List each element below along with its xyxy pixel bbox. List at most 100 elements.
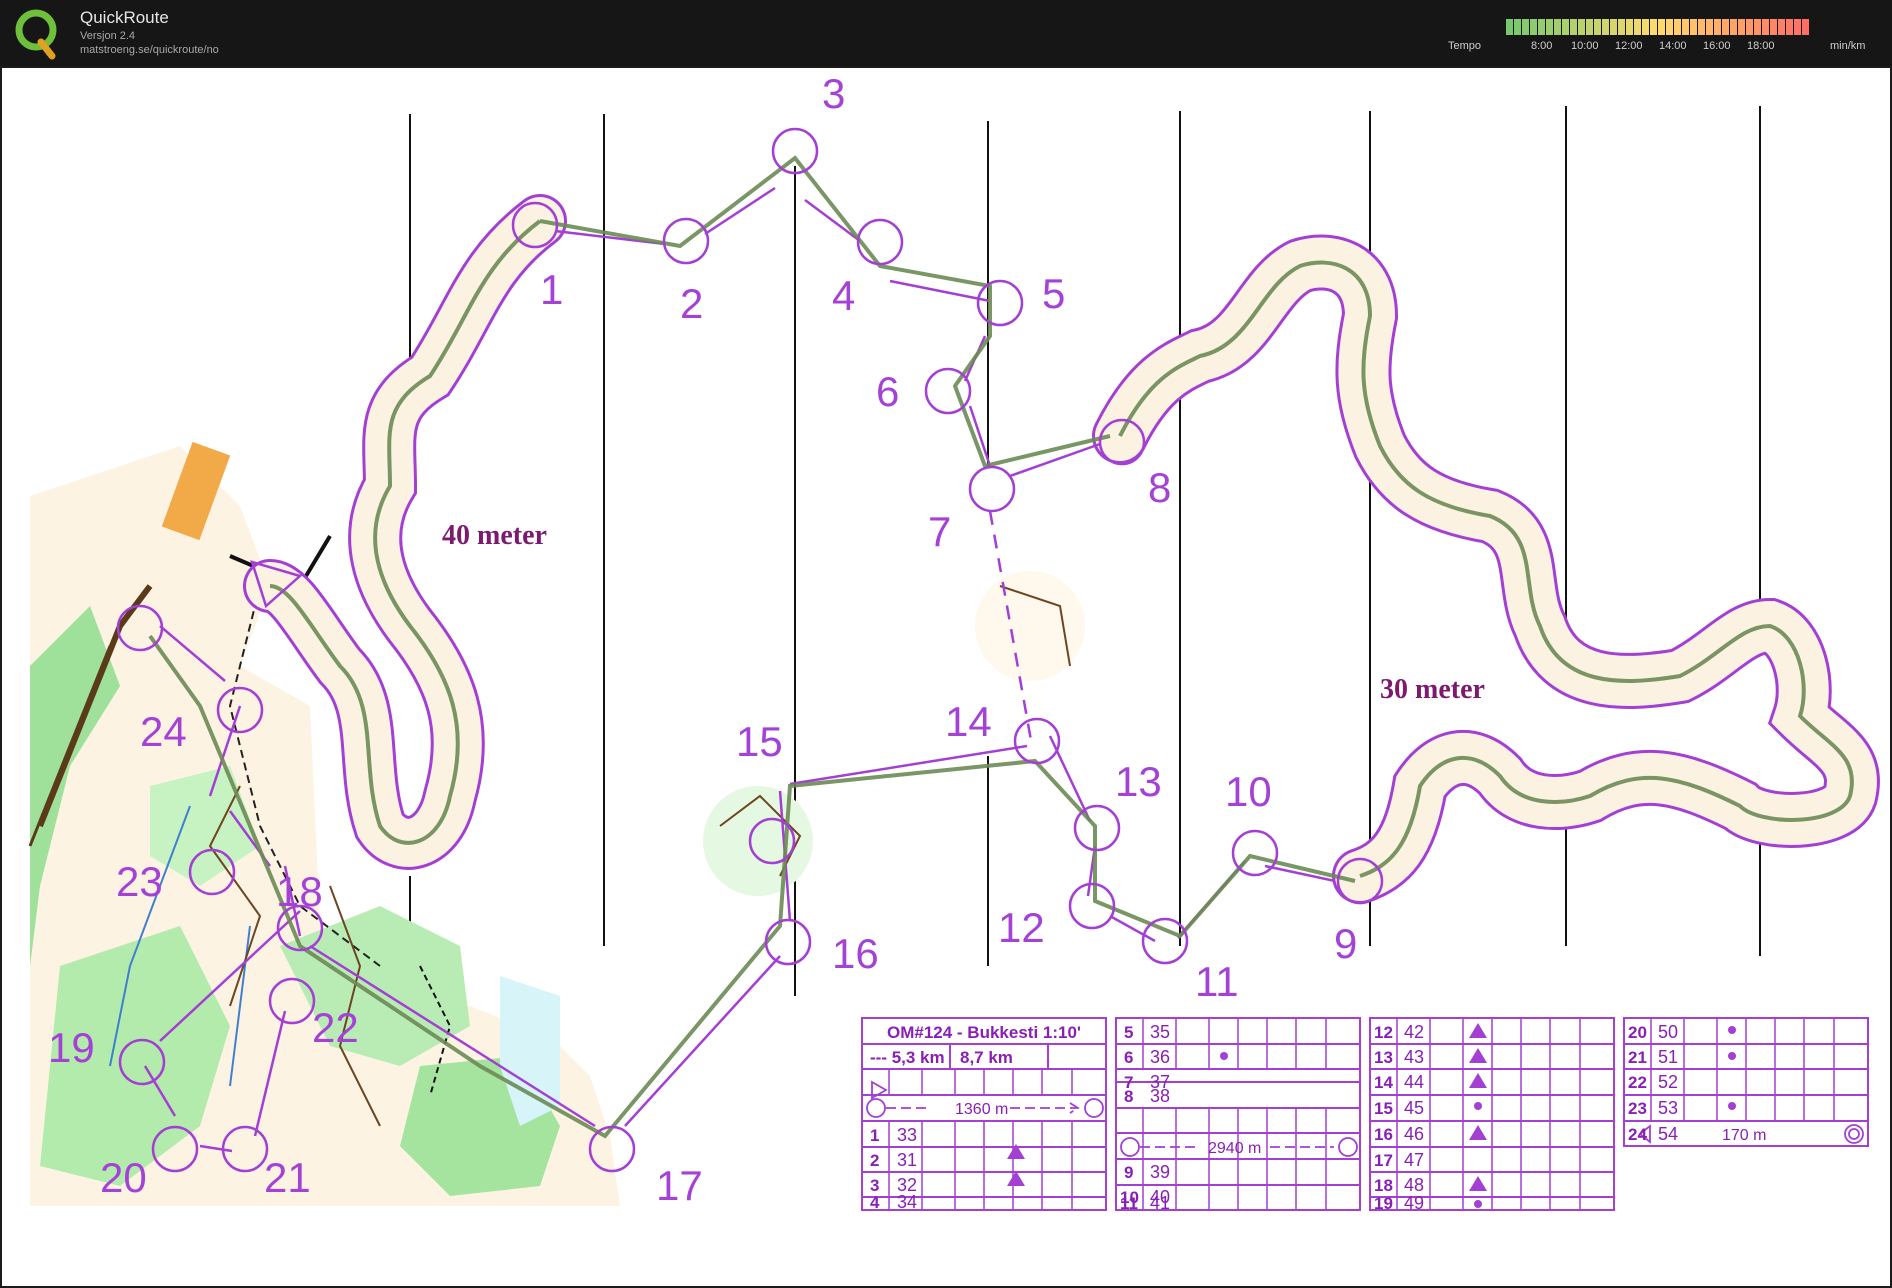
control-seq: 11 [1120,1194,1138,1213]
pace-scale-cell [1554,19,1561,35]
control-code: 50 [1658,1022,1678,1042]
event-title: OM#124 - Bukkesti 1:10' [887,1023,1081,1042]
corridor-width-label: 40 meter [442,520,547,551]
pace-scale-cell [1706,19,1713,35]
control-code: 48 [1404,1175,1424,1195]
pace-scale-cell [1722,19,1729,35]
control-seq: 1 [870,1126,879,1145]
quickroute-logo-icon [15,9,57,60]
pace-scale-cell [1522,19,1529,35]
control-seq: 6 [1124,1048,1133,1067]
pace-tick: 8:00 [1531,40,1553,52]
pace-scale-cell [1642,19,1649,35]
marked-route-length: 170 m [1722,1127,1766,1144]
control-number: 21 [264,1154,311,1201]
map-patch [975,571,1085,681]
pace-scale-cell [1594,19,1601,35]
app-version: Versjon 2.4 [80,30,136,42]
pace-scale-cell [1586,19,1593,35]
app-title: QuickRoute [80,8,169,27]
pace-scale-cell [1770,19,1777,35]
control-seq: 20 [1628,1023,1647,1042]
control-code: 34 [897,1192,917,1212]
course-length: 8,7 km [960,1048,1013,1067]
pace-scale-cell [1514,19,1521,35]
control-seq: 19 [1374,1194,1393,1213]
pace-scale-cell [1794,19,1801,35]
pace-scale-cell [1506,19,1513,35]
control-number: 19 [48,1024,95,1071]
control-seq: 12 [1374,1023,1393,1042]
control-number: 1 [540,266,563,313]
control-number: 22 [312,1004,359,1051]
pace-scale-cell [1602,19,1609,35]
control-code: 41 [1150,1193,1170,1213]
control-seq: 9 [1124,1163,1133,1182]
control-seq: 21 [1628,1048,1647,1067]
pace-scale-cell [1618,19,1625,35]
control-code: 54 [1658,1124,1678,1144]
pace-color-scale [1506,19,1809,35]
pace-scale-cell [1570,19,1577,35]
control-number: 12 [998,904,1045,951]
control-code: 52 [1658,1072,1678,1092]
control-code: 39 [1150,1162,1170,1182]
control-seq: 14 [1374,1073,1393,1092]
control-seq: 17 [1374,1151,1393,1170]
control-number: 7 [928,508,951,555]
corridor-width-label: 30 meter [1380,674,1485,705]
control-seq: 15 [1374,1099,1393,1118]
control-number: 2 [680,280,703,327]
pace-scale-cell [1538,19,1545,35]
pace-scale-cell [1562,19,1569,35]
pace-tick: 10:00 [1571,40,1599,52]
marked-route-length: 2940 m [1208,1140,1261,1157]
control-number: 10 [1225,768,1272,815]
control-number: 18 [276,868,323,915]
pace-scale-cell [1690,19,1697,35]
pace-scale-cell [1762,19,1769,35]
map-view[interactable]: 1 2 3 4 5 6 7 8 9 10 11 12 13 14 15 16 1… [0,66,1892,1288]
pace-scale-cell [1714,19,1721,35]
control-seq: 22 [1628,1073,1647,1092]
pace-scale-cell [1610,19,1617,35]
control-code: 42 [1404,1022,1424,1042]
control-seq: 23 [1628,1099,1647,1118]
pace-scale-cell [1746,19,1753,35]
orienteering-map[interactable]: 1 2 3 4 5 6 7 8 9 10 11 12 13 14 15 16 1… [0,66,1892,1288]
control-code: 49 [1404,1193,1424,1213]
pace-scale-cell [1674,19,1681,35]
pace-label: Tempo [1448,40,1482,52]
control-code: 46 [1404,1124,1424,1144]
control-code: 53 [1658,1098,1678,1118]
pace-unit: min/km [1830,40,1866,52]
control-number: 20 [100,1154,147,1201]
control-number: 5 [1042,270,1065,317]
control-code: 38 [1150,1086,1170,1106]
control-seq: 13 [1374,1048,1393,1067]
control-number: 8 [1148,464,1171,511]
pace-scale-cell [1666,19,1673,35]
control-seq: 18 [1374,1176,1393,1195]
control-code: 35 [1150,1022,1170,1042]
control-number: 14 [945,698,992,745]
app-url[interactable]: matstroeng.se/quickroute/no [80,44,219,56]
control-seq: 2 [870,1151,879,1170]
control-code: 31 [897,1150,917,1170]
control-number: 3 [822,70,845,117]
pace-scale-cell [1578,19,1585,35]
pace-tick: 18:00 [1747,40,1775,52]
course-length: --- 5,3 km [870,1048,945,1067]
pace-tick: 12:00 [1615,40,1643,52]
control-seq: 4 [870,1193,880,1212]
pace-scale-cell [1530,19,1537,35]
pace-scale-cell [1650,19,1657,35]
control-number: 11 [1195,958,1239,1005]
control-number: 23 [116,858,163,905]
control-seq: 8 [1124,1087,1133,1106]
app-header: QuickRoute Versjon 2.4 matstroeng.se/qui… [0,0,1892,66]
pace-scale-cell [1682,19,1689,35]
pace-scale-cell [1778,19,1785,35]
control-number: 17 [656,1162,703,1209]
control-seq: 24 [1628,1125,1647,1144]
